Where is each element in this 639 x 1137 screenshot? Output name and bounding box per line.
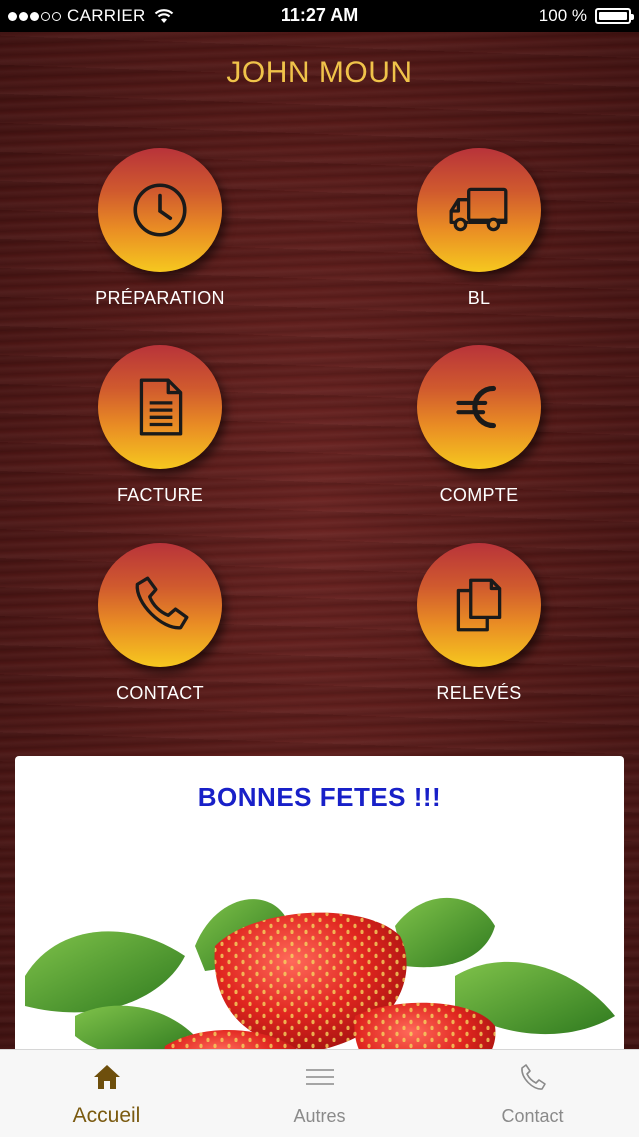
menu-label: RELEVÉS (436, 683, 522, 703)
copy-icon (456, 578, 502, 632)
phone-icon (520, 1064, 546, 1090)
home-icon (93, 1065, 120, 1089)
tab-contact[interactable]: Contact (426, 1050, 639, 1137)
phone-icon (135, 576, 189, 630)
menu-item-bl[interactable]: BL (379, 148, 579, 309)
menu-label: BL (467, 288, 491, 308)
battery-percent: 100 % (538, 6, 587, 25)
strawberries-image (25, 897, 615, 1056)
menu-circle[interactable] (417, 148, 541, 272)
battery-icon (595, 8, 634, 24)
menu-label: FACTURE (116, 485, 204, 505)
menu-item-facture[interactable]: FACTURE (60, 345, 260, 506)
menu-lines-icon (305, 1069, 334, 1085)
menu-circle[interactable] (98, 543, 222, 667)
document-icon (139, 378, 183, 436)
status-bar: CARRIER 11:27 AM 100 % (0, 0, 639, 32)
page-title: JOHN MOUN (226, 56, 413, 89)
menu-circle[interactable] (98, 148, 222, 272)
menu-circle[interactable] (417, 543, 541, 667)
clock-icon (133, 183, 187, 237)
news-card: BONNES FETES !!! (15, 756, 624, 1056)
menu-label: CONTACT (116, 683, 204, 703)
menu-item-contact[interactable]: CONTACT (60, 543, 260, 704)
menu-item-releves[interactable]: RELEVÉS (379, 543, 579, 704)
status-right: 100 % (538, 6, 634, 26)
news-title: BONNES FETES !!! (197, 782, 442, 812)
menu-circle[interactable] (98, 345, 222, 469)
tab-label: Accueil (72, 1104, 141, 1127)
menu-item-compte[interactable]: COMPTE (379, 345, 579, 506)
tab-bar: Accueil Autres Contact (0, 1049, 639, 1137)
menu-circle[interactable] (417, 345, 541, 469)
tab-label: Autres (293, 1106, 346, 1126)
tab-accueil[interactable]: Accueil (0, 1050, 213, 1137)
menu-label: PRÉPARATION (95, 288, 225, 308)
tab-label: Contact (501, 1106, 564, 1126)
tab-autres[interactable]: Autres (213, 1050, 426, 1137)
menu-label: COMPTE (439, 485, 519, 505)
euro-icon (456, 385, 497, 429)
menu-item-preparation[interactable]: PRÉPARATION (60, 148, 260, 309)
truck-icon (449, 187, 508, 232)
